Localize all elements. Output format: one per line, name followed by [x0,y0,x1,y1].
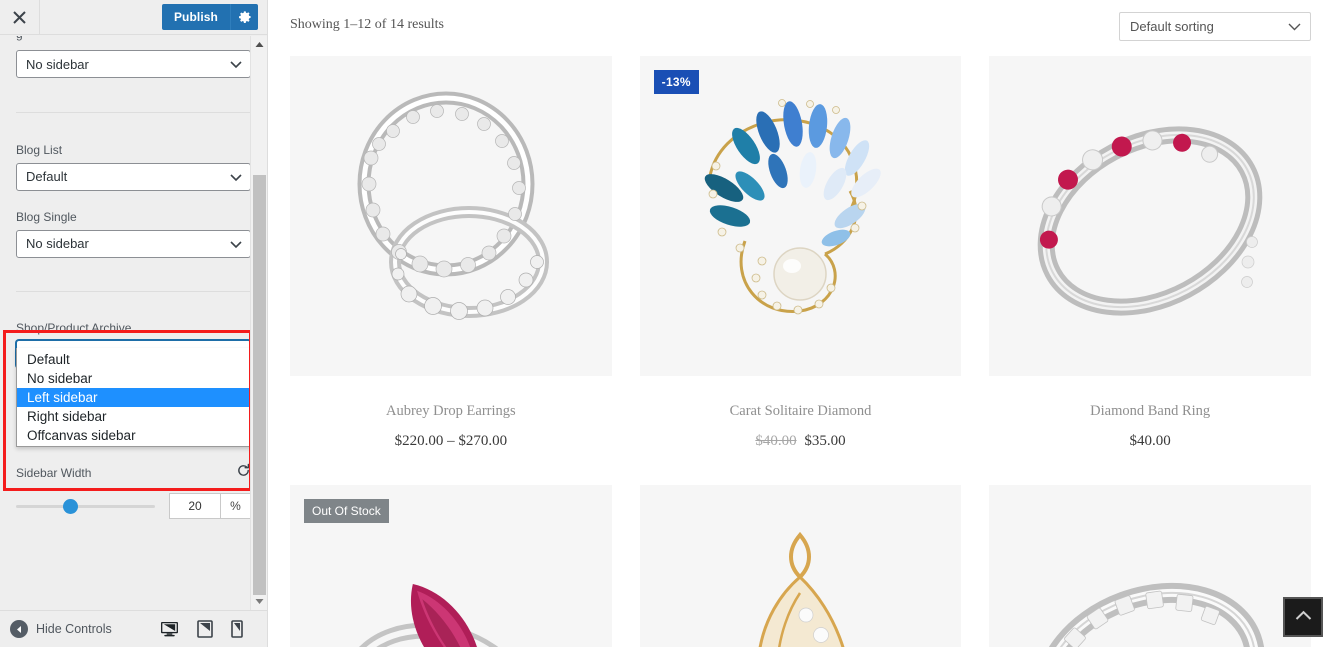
cut-off-label: g [16,36,251,46]
customizer-app: Publish g No sidebar [0,0,1333,647]
site-preview[interactable]: Showing 1–12 of 14 results Default sorti… [268,0,1333,647]
result-count: Showing 1–12 of 14 results [290,17,444,32]
product-price: $40.00 [989,433,1311,450]
hide-controls-button[interactable]: Hide Controls [10,620,112,638]
blog-list-select-value: Default [26,169,68,185]
dropdown-option-left-sidebar[interactable]: Left sidebar [17,387,250,407]
product-image[interactable] [989,56,1311,376]
dropdown-option-right-sidebar[interactable]: Right sidebar [17,407,250,426]
scroll-down-arrow-icon[interactable] [251,593,267,610]
dropdown-option-offcanvas-sidebar[interactable]: Offcanvas sidebar [17,426,250,445]
product-price-current: $40.00 [1129,433,1171,449]
dropdown-option-default[interactable]: Default [17,350,250,369]
blog-list-label: Blog List [16,143,63,157]
chevron-down-icon [1288,19,1301,34]
sidebar-width-unit: % [221,493,251,520]
product-price-current: $220.00 – $270.00 [394,433,508,449]
gear-icon[interactable] [230,4,258,30]
product-image[interactable] [290,56,612,376]
control-top-sidebar: No sidebar [16,50,251,78]
shop-archive-label: Shop/Product Archive [16,320,132,335]
sidebar-width-slider[interactable] [16,497,169,515]
chevron-down-icon [230,169,242,184]
product-card[interactable]: Out Of Stock [290,485,612,647]
blog-single-select-value: No sidebar [26,236,89,252]
product-price-old: $40.00 [755,433,797,449]
slider-thumb[interactable] [62,499,78,515]
scrollbar-thumb[interactable] [253,175,266,595]
customizer-controls-scroll[interactable]: g No sidebar Blog List Default [0,36,267,610]
control-sidebar-width: Sidebar Width 20 % [16,463,251,520]
eternity-rings-illustration [357,91,549,320]
top-sidebar-select[interactable]: No sidebar [16,50,251,78]
blog-single-select[interactable]: No sidebar [16,229,251,258]
publish-group: Publish [161,4,258,30]
product-card[interactable] [639,485,962,647]
scroll-to-top-button[interactable] [1283,597,1323,637]
sidebar-width-row: 20 % [16,493,251,520]
channel-set-ring-illustration [1035,582,1266,647]
product-price: $220.00 – $270.00 [290,433,612,450]
product-title[interactable]: Diamond Band Ring [989,403,1311,420]
ruby-band-ring-illustration [1037,126,1263,316]
sidebar-width-header: Sidebar Width [16,463,251,483]
blue-leaf-brooch-illustration [705,99,882,315]
product-card[interactable]: Aubrey Drop Earrings $220.00 – $270.00 [290,56,612,450]
collapse-arrow-icon [10,620,28,638]
product-image[interactable]: -13% [639,56,962,376]
customizer-panel: Publish g No sidebar [0,0,268,647]
control-blog-list: Blog List Default [16,142,251,191]
close-icon[interactable] [0,0,40,34]
shop-archive-dropdown-list[interactable]: Default No sidebar Left sidebar Right si… [16,347,251,447]
sidebar-width-value[interactable]: 20 [169,493,221,520]
chevron-down-icon [230,236,242,251]
product-card[interactable]: Diamond Band Ring $40.00 [989,56,1311,450]
product-grid: Aubrey Drop Earrings $220.00 – $270.00 -… [268,41,1333,647]
product-card[interactable]: -13% Carat Solitaire Diamond $40.00 $35.… [639,56,962,450]
slider-track [16,504,155,508]
chevron-up-icon [1295,608,1312,626]
top-sidebar-select-value: No sidebar [26,56,89,72]
sale-badge: -13% [653,70,699,94]
scroll-up-arrow-icon[interactable] [251,36,267,53]
product-image[interactable] [989,485,1311,647]
chevron-down-icon [230,57,242,72]
reset-icon[interactable] [236,463,251,483]
sorting-select[interactable]: Default sorting [1119,12,1311,41]
product-price-current: $35.00 [804,433,846,449]
product-image[interactable]: Out Of Stock [290,485,612,647]
dropdown-option-no-sidebar[interactable]: No sidebar [17,369,250,388]
blog-list-select[interactable]: Default [16,162,251,191]
product-card[interactable] [989,485,1311,647]
customizer-header: Publish [0,0,267,35]
product-title[interactable]: Carat Solitaire Diamond [640,403,962,420]
shop-topbar: Showing 1–12 of 14 results Default sorti… [268,0,1333,41]
product-title[interactable]: Aubrey Drop Earrings [290,403,612,420]
publish-button[interactable]: Publish [161,4,230,30]
blog-single-label: Blog Single [16,209,77,224]
product-image[interactable] [639,485,962,647]
desktop-icon[interactable] [160,621,179,637]
control-blog-single: Blog Single No sidebar [16,209,251,258]
customizer-scrollbar[interactable] [250,36,267,610]
stock-badge: Out Of Stock [304,499,389,523]
customizer-footer: Hide Controls [0,610,267,647]
hide-controls-label: Hide Controls [36,622,112,636]
mobile-icon[interactable] [231,620,243,638]
tablet-icon[interactable] [197,620,213,638]
gold-leaf-pendant-illustration [759,531,845,647]
sorting-select-value: Default sorting [1130,19,1214,34]
product-price: $40.00 $35.00 [640,433,962,450]
sidebar-width-label: Sidebar Width [16,465,92,480]
device-preview-group [160,620,257,638]
control-shop-archive: Shop/Product Archive No sidebar Default … [16,320,251,447]
